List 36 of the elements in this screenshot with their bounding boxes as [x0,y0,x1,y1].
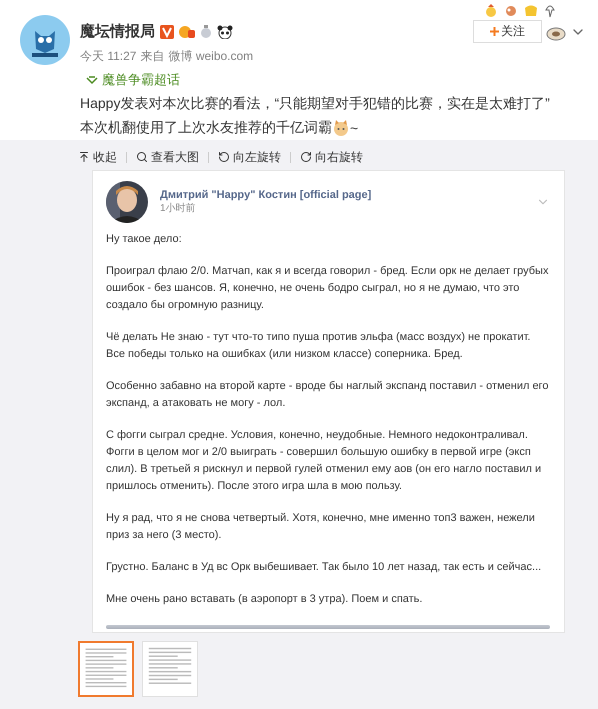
verified-icon [160,24,174,38]
thumbnail[interactable] [78,641,134,697]
medal-icon [200,24,212,38]
rotate-link[interactable]: 向左旋转 [218,148,281,166]
post-paragraph: Ну я рад, что я не снова четвертый. Хотя, конечно, мне именно топ3 важен, нежели приз за него (3 место). [106,511,536,543]
author-name: Дмитрий "Happy" Костин [official page] [160,189,372,201]
panda-icon [217,24,233,38]
owl-avatar-icon[interactable] [20,15,70,65]
post-paragraph: Проиграл флаю 2/0. Матчап, как я и всегда говорил - бред. Если орк не делает грубых ошибок - без шансов. Я, конечно, не очень бодро сыграл, но я не думаю, что это создало бы огромную разницу. [106,264,550,313]
rotate-right-icon [300,151,312,163]
post-paragraph: Особенно забавно на второй карте - вроде бы наглый экспанд поставил - отменил его экспанд, а атаковать не могу - лол. [106,379,550,411]
post-text-tail: ~ [350,120,358,136]
post-time: 今天 11:27 [80,48,136,65]
post-text: Happy发表对本次比赛的看法，“只能期望对手犯错的比赛，实在是太难打了” [80,95,550,113]
plus-icon [490,27,499,36]
follow-button[interactable]: 关注 [473,20,542,43]
topic-link[interactable]: 魔兽争霸超话 [86,71,586,89]
source-link[interactable]: 微博 weibo.com [168,48,254,65]
post-age: 1小时前 [160,202,197,215]
post-paragraph: Ну такое дело: [106,232,183,247]
post-paragraph: Грустно. Баланс в Уд вс Орк выбешивает. Так было 10 лет назад, так есть и сейчас... [106,560,542,575]
rotate-link[interactable]: 向右旋转 [300,148,363,166]
rotate-left-icon [218,151,230,163]
post-paragraph: Мне очень рано вставать (в аэропорт в 3 утра). Поем и спать. [106,592,424,607]
cat-emoji-icon [332,120,350,136]
collapse-link[interactable]: 收起 [78,148,117,166]
view-large-link[interactable]: 查看大图 [136,148,199,166]
post-text: 本次机翻使用了上次水友推荐的千亿词霸 [80,119,332,137]
account-name[interactable]: 魔坛情报局 [80,22,155,41]
source-label: 来自 [140,48,164,65]
search-icon [136,151,148,163]
post-paragraph: Чё делать Не знаю - тут что-то типо пуша против эльфа (масс воздух) не прокатит. Все победы только на ошибках (или низком классе) соперника. Бред. [106,330,532,362]
post-paragraph: С фогги сыграл средне. Условия, конечно, неудобные. Немного недоконтраливал. Фогги в целом мог и 2/0 выиграть - совершил большую ошибку в первой игре (эксп слил). В третьей я рискнул и первой гулей отменил ему аов (он его нагло поставил и пришлось отменить). После этого игра шла в мою пользу. [106,428,542,494]
collapse-icon [78,151,90,163]
topic-icon [86,76,98,84]
level-icon [179,24,195,38]
